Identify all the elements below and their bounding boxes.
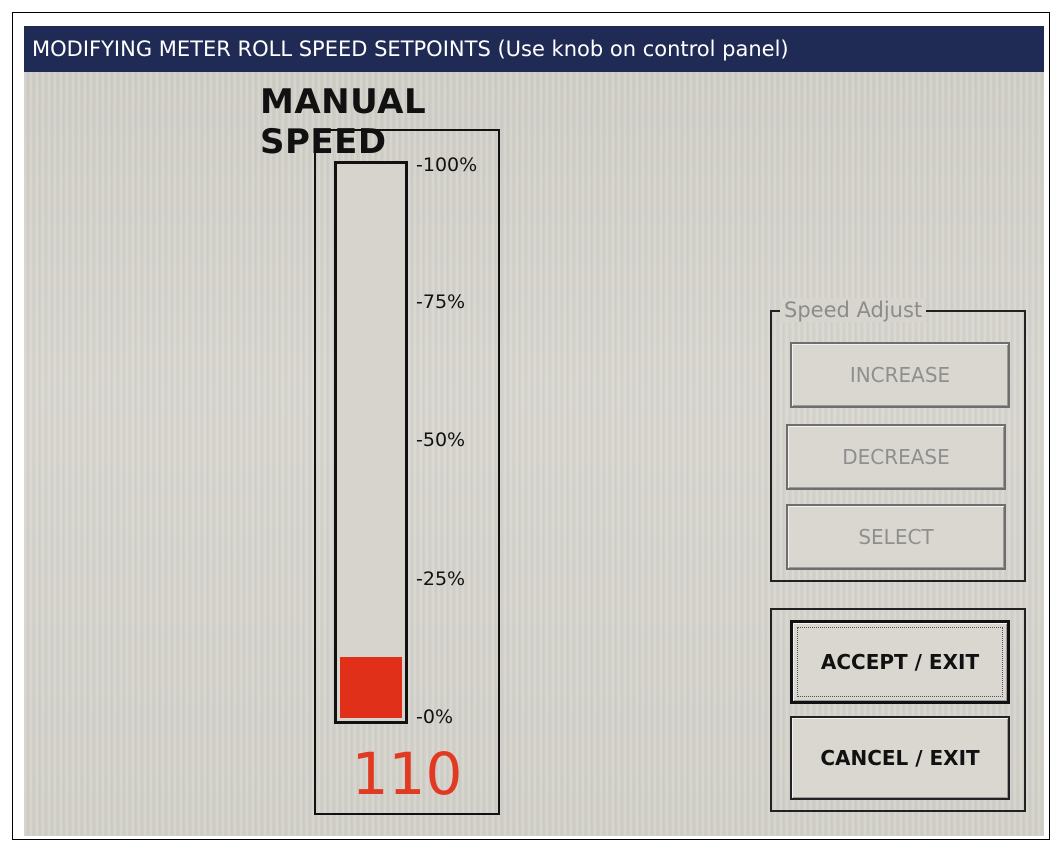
speed-meter-fill <box>340 657 402 718</box>
cancel-exit-button[interactable]: CANCEL / EXIT <box>790 716 1010 800</box>
speed-meter-bar <box>334 161 408 724</box>
speed-adjust-legend: Speed Adjust <box>780 298 927 322</box>
decrease-button[interactable]: DECREASE <box>786 424 1006 490</box>
tick-label-50: -50% <box>416 429 466 451</box>
meter-value: 110 <box>351 740 463 808</box>
tick-label-100: -100% <box>416 154 478 176</box>
tick-label-0: -0% <box>416 706 453 728</box>
hmi-screen: MODIFYING METER ROLL SPEED SETPOINTS (Us… <box>24 26 1044 836</box>
tick-label-75: -75% <box>416 291 466 313</box>
accept-exit-button[interactable]: ACCEPT / EXIT <box>790 620 1010 704</box>
tick-label-25: -25% <box>416 568 466 590</box>
increase-button[interactable]: INCREASE <box>790 342 1010 408</box>
title-bar: MODIFYING METER ROLL SPEED SETPOINTS (Us… <box>24 26 1044 72</box>
select-button[interactable]: SELECT <box>786 504 1006 570</box>
